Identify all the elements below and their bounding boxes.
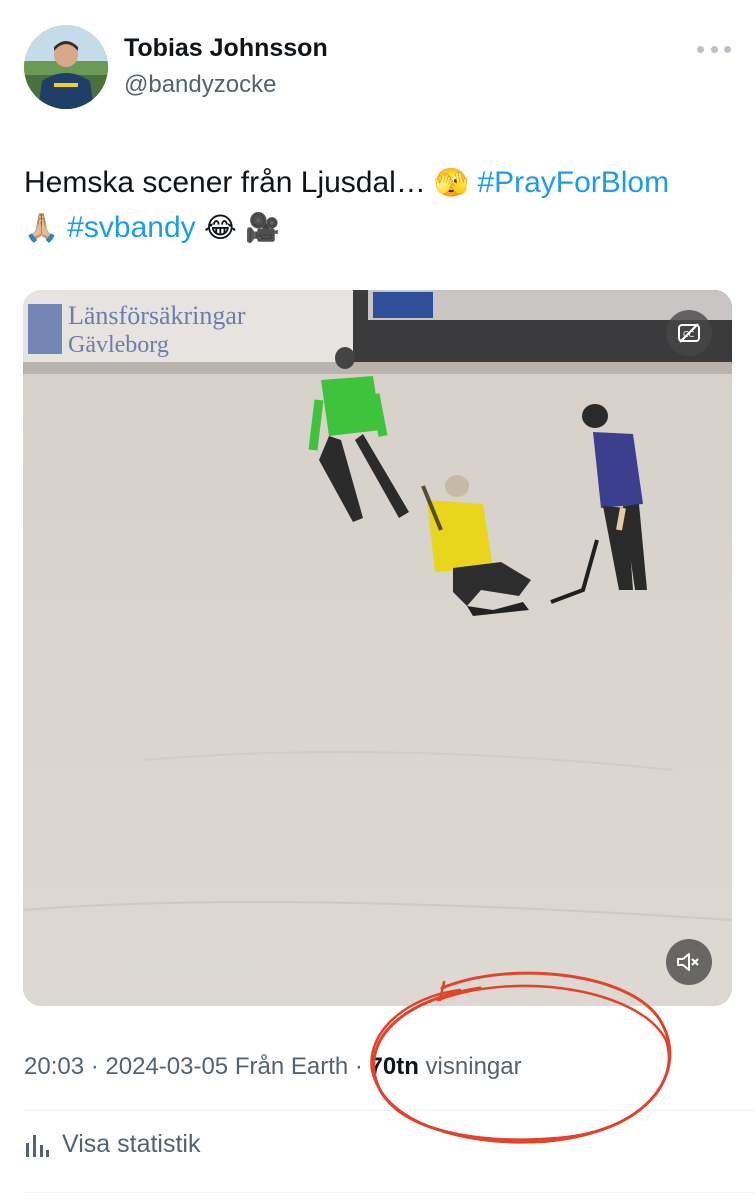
video-frame: Länsförsäkringar Gävleborg (23, 290, 732, 1006)
banner-text-1: Länsförsäkringar (68, 301, 246, 330)
hashtag-svbandy-link[interactable]: #svbandy (67, 211, 195, 244)
avatar[interactable] (24, 25, 108, 109)
mute-toggle-button[interactable] (666, 939, 712, 985)
tweet-time[interactable]: 20:03 (24, 1053, 84, 1080)
captions-toggle-button[interactable]: CC (666, 310, 712, 356)
profile-photo-icon (24, 25, 108, 109)
bar-chart-icon (26, 1134, 49, 1157)
tweet-text: Hemska scener från Ljusdal… 🫣 #PrayForBl… (24, 160, 739, 250)
author-handle[interactable]: @bandyzocke (124, 71, 276, 99)
separator: · (348, 1053, 370, 1080)
views-count: 70tn (369, 1053, 419, 1080)
closed-captions-off-icon: CC (678, 323, 700, 343)
dot-icon (724, 45, 731, 53)
banner-text-2: Gävleborg (68, 332, 169, 358)
view-statistics-label: Visa statistik (62, 1130, 201, 1158)
muted-speaker-icon (677, 953, 699, 971)
tweet-source: Från Earth (228, 1053, 349, 1080)
praying-hands-emoji-icon: 🙏🏼 (24, 211, 59, 244)
view-statistics-button[interactable]: Visa statistik (24, 1130, 200, 1159)
dot-icon (710, 45, 718, 53)
author-display-name[interactable]: Tobias Johnsson (124, 34, 328, 63)
video-player[interactable]: Länsförsäkringar Gävleborg (23, 290, 732, 1006)
peeking-face-emoji-icon: 🫣 (434, 166, 470, 199)
divider (24, 1192, 755, 1193)
tweet-date[interactable]: 2024-03-05 (105, 1053, 228, 1080)
separator: · (84, 1053, 106, 1080)
movie-camera-emoji-icon: 🎥 (245, 211, 280, 244)
tweet-metadata: 20:03 · 2024-03-05 Från Earth · 70tn vis… (24, 1053, 522, 1081)
dot-icon (697, 45, 704, 53)
laughing-tears-emoji-icon: 😂 (204, 211, 237, 244)
tweet-intro-text: Hemska scener från Ljusdal… (24, 166, 435, 199)
more-options-button[interactable] (697, 38, 731, 60)
hashtag-prayforblom-link[interactable]: #PrayForBlom (477, 166, 669, 199)
views-label: visningar (418, 1053, 522, 1080)
divider (24, 1110, 755, 1111)
